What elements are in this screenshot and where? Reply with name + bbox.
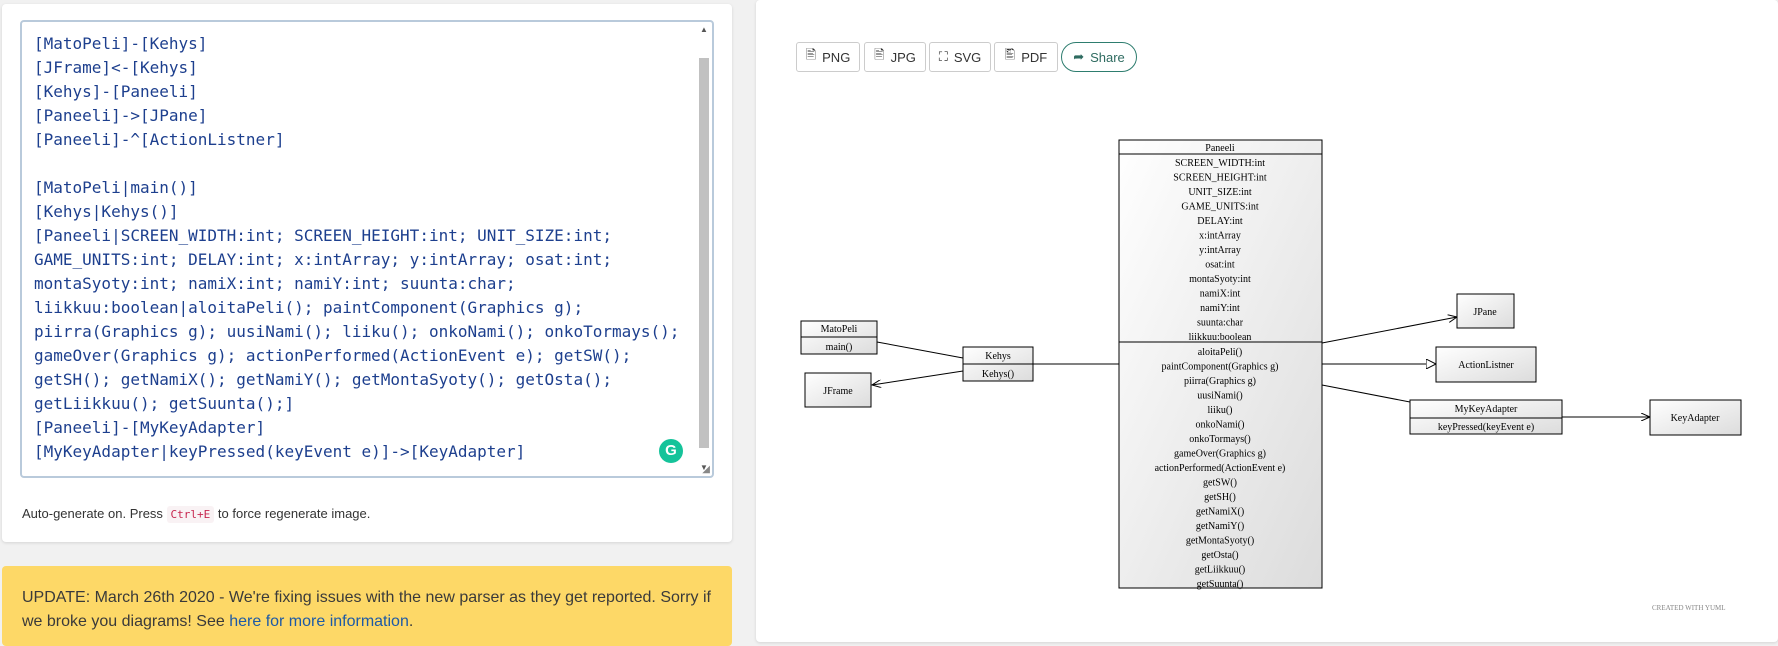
- class-attribute: UNIT_SIZE:int: [1188, 187, 1252, 198]
- uml-diagram: MatoPeli main() JFrame Kehys Kehys() Pan…: [800, 139, 1742, 590]
- class-name: Paneeli: [1205, 143, 1235, 154]
- class-name: ActionListner: [1458, 360, 1514, 371]
- class-attribute: SCREEN_HEIGHT:int: [1173, 173, 1267, 184]
- class-method: getSuunta(): [1197, 579, 1244, 590]
- class-paneeli: Paneeli SCREEN_WIDTH:int SCREEN_HEIGHT:in…: [1118, 139, 1323, 590]
- class-attribute: montaSyoty:int: [1189, 274, 1251, 285]
- class-method: keyPressed(keyEvent e): [1438, 422, 1534, 433]
- hint-text: Auto-generate on. Press: [22, 506, 167, 521]
- class-attribute: namiX:int: [1200, 289, 1241, 300]
- class-mykeyadapter: MyKeyAdapter keyPressed(keyEvent e): [1409, 399, 1563, 435]
- more-info-link[interactable]: here for more information: [229, 613, 409, 630]
- class-attribute: liikkuu:boolean: [1189, 332, 1252, 343]
- class-name: MatoPeli: [821, 324, 858, 335]
- class-actionlistner: ActionListner: [1435, 346, 1537, 383]
- credit-text: CREATED WITH YUML: [1652, 604, 1726, 612]
- class-kehys: Kehys Kehys(): [962, 346, 1034, 382]
- class-method: aloitaPeli(): [1198, 347, 1242, 358]
- class-method: onkoTormays(): [1189, 434, 1251, 445]
- class-attribute: y:intArray: [1199, 245, 1241, 256]
- class-method: getNamiY(): [1196, 521, 1244, 532]
- class-method: Kehys(): [982, 369, 1014, 380]
- grammarly-icon[interactable]: G: [659, 439, 683, 463]
- update-banner: UPDATE: March 26th 2020 - We're fixing i…: [2, 566, 732, 646]
- diagram-panel: 🖹 PNG 🖹 JPG ⛶ SVG 🖺 PDF ➦ Share MatoPeli…: [756, 0, 1778, 642]
- class-method: paintComponent(Graphics g): [1162, 362, 1279, 373]
- autogenerate-hint: Auto-generate on. Press Ctrl+E to force …: [22, 506, 371, 523]
- class-method: getSH(): [1204, 492, 1236, 503]
- class-method: getLiikkuu(): [1195, 565, 1246, 576]
- class-method: getOsta(): [1201, 550, 1238, 561]
- class-attribute: namiY:int: [1200, 303, 1240, 314]
- class-method: uusiNami(): [1197, 391, 1243, 402]
- class-jframe: JFrame: [804, 372, 872, 408]
- assoc-paneeli-mykeyadapter: [1321, 384, 1411, 403]
- class-keyadapter: KeyAdapter: [1649, 399, 1742, 436]
- class-name: JPane: [1473, 307, 1497, 318]
- assoc-paneeli-jpane: [1321, 317, 1457, 344]
- class-name: KeyAdapter: [1671, 413, 1721, 424]
- assoc-kehys-jframe: [872, 370, 964, 385]
- class-method: actionPerformed(ActionEvent e): [1155, 463, 1286, 474]
- editor-panel: [MatoPeli]-[Kehys] [JFrame]<-[Kehys] [Ke…: [2, 4, 732, 542]
- class-method: piirra(Graphics g): [1184, 376, 1256, 387]
- class-attribute: x:intArray: [1199, 231, 1241, 242]
- scrollbar-thumb[interactable]: [699, 58, 709, 448]
- class-method: getNamiX(): [1196, 507, 1244, 518]
- class-name: MyKeyAdapter: [1455, 404, 1518, 415]
- class-jpane: JPane: [1456, 293, 1515, 329]
- class-attribute: suunta:char: [1197, 318, 1244, 329]
- class-attribute: GAME_UNITS:int: [1181, 202, 1258, 213]
- class-method: main(): [826, 342, 853, 353]
- assoc-matopeli-kehys: [876, 341, 964, 359]
- hint-text-after: to force regenerate image.: [214, 506, 371, 521]
- class-method: getMontaSyoty(): [1186, 536, 1254, 547]
- class-method: gameOver(Graphics g): [1174, 449, 1266, 460]
- class-name: Kehys: [985, 351, 1011, 362]
- class-attribute: SCREEN_WIDTH:int: [1175, 158, 1265, 169]
- shortcut-key: Ctrl+E: [166, 506, 215, 523]
- class-method: getSW(): [1203, 478, 1237, 489]
- class-attribute: osat:int: [1205, 260, 1235, 271]
- class-attribute: DELAY:int: [1197, 216, 1243, 227]
- yuml-code-editor[interactable]: [MatoPeli]-[Kehys] [JFrame]<-[Kehys] [Ke…: [20, 20, 714, 478]
- class-method: onkoNami(): [1196, 420, 1245, 431]
- resize-handle-icon[interactable]: ◢: [702, 464, 710, 475]
- editor-code[interactable]: [MatoPeli]-[Kehys] [JFrame]<-[Kehys] [Ke…: [34, 32, 679, 464]
- editor-scrollbar[interactable]: ▲ ▼: [698, 24, 710, 474]
- class-method: liiku(): [1208, 405, 1233, 416]
- update-text: UPDATE: March 26th 2020 - We're fixing i…: [22, 586, 722, 634]
- scroll-up-arrow-icon[interactable]: ▲: [698, 24, 710, 36]
- class-matopeli: MatoPeli main(): [800, 320, 878, 355]
- update-period: .: [408, 613, 414, 630]
- class-name: JFrame: [823, 386, 853, 397]
